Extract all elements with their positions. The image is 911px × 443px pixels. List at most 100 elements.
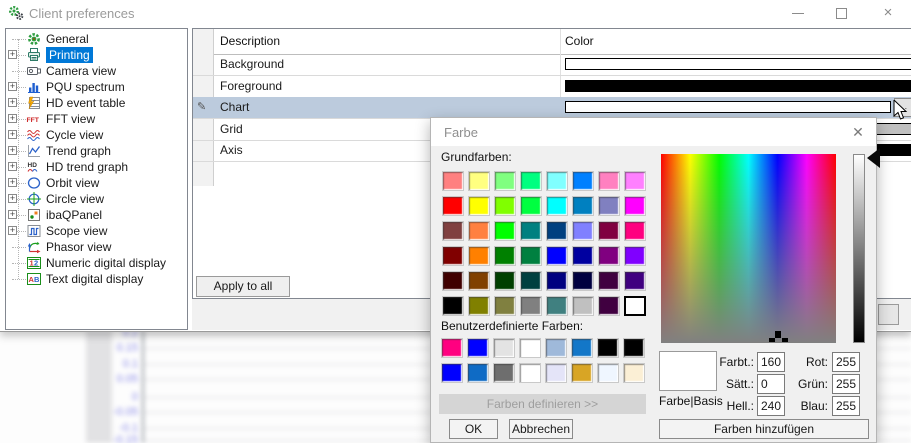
expand-plus-icon[interactable]: +: [8, 178, 17, 187]
expand-plus-icon[interactable]: +: [8, 82, 17, 91]
color-swatch[interactable]: [520, 246, 542, 266]
color-swatch[interactable]: [468, 296, 490, 316]
color-swatch[interactable]: [598, 221, 620, 241]
color-swatch[interactable]: [494, 196, 516, 216]
expand-plus-icon[interactable]: +: [8, 98, 17, 107]
expand-plus-icon[interactable]: +: [8, 162, 17, 171]
luminance-slider[interactable]: [853, 154, 865, 343]
dialog-close-icon[interactable]: ✕: [846, 120, 870, 144]
color-swatch[interactable]: [545, 363, 567, 383]
tree-item-camera-view[interactable]: Camera view: [6, 63, 187, 79]
expand-plus-icon[interactable]: +: [8, 146, 17, 155]
table-row-chart[interactable]: ✎Chart…: [193, 97, 911, 119]
color-swatch[interactable]: [546, 196, 568, 216]
tree-item-circle-view[interactable]: +Circle view: [6, 191, 187, 207]
partially-hidden-button[interactable]: [878, 304, 899, 325]
color-swatch[interactable]: [545, 338, 567, 358]
define-colors-button[interactable]: Farben definieren >>: [439, 394, 646, 414]
color-swatch[interactable]: [572, 221, 594, 241]
color-swatch[interactable]: [546, 221, 568, 241]
color-swatch[interactable]: [624, 221, 646, 241]
tree-item-orbit-view[interactable]: +Orbit view: [6, 175, 187, 191]
cancel-button[interactable]: Abbrechen: [509, 419, 573, 439]
row-color-swatch[interactable]: [565, 101, 891, 113]
color-swatch[interactable]: [442, 271, 464, 291]
color-swatch[interactable]: [624, 296, 646, 316]
color-swatch[interactable]: [546, 296, 568, 316]
tree-item-pqu-spectrum[interactable]: +PQU spectrum: [6, 79, 187, 95]
color-swatch[interactable]: [442, 171, 464, 191]
color-swatch[interactable]: [468, 221, 490, 241]
color-swatch[interactable]: [520, 196, 542, 216]
color-swatch[interactable]: [520, 296, 542, 316]
color-swatch[interactable]: [467, 363, 489, 383]
color-swatch[interactable]: [572, 171, 594, 191]
luminance-arrow-icon[interactable]: [867, 148, 880, 168]
color-swatch[interactable]: [442, 221, 464, 241]
color-swatch[interactable]: [572, 246, 594, 266]
color-swatch[interactable]: [519, 338, 541, 358]
color-swatch[interactable]: [572, 196, 594, 216]
tree-item-phasor-view[interactable]: Phasor view: [6, 239, 187, 255]
color-swatch[interactable]: [442, 196, 464, 216]
color-swatch[interactable]: [494, 296, 516, 316]
tree-item-fft-view[interactable]: +FFTFFT view: [6, 111, 187, 127]
color-swatch[interactable]: [572, 296, 594, 316]
color-swatch[interactable]: [546, 271, 568, 291]
row-color-swatch[interactable]: [565, 80, 911, 92]
color-swatch[interactable]: [624, 196, 646, 216]
expand-plus-icon[interactable]: +: [8, 210, 17, 219]
ok-button[interactable]: OK: [449, 419, 498, 439]
color-swatch[interactable]: [623, 363, 645, 383]
color-swatch[interactable]: [468, 196, 490, 216]
color-swatch[interactable]: [467, 338, 489, 358]
color-swatch[interactable]: [441, 363, 463, 383]
color-swatch[interactable]: [624, 271, 646, 291]
color-swatch[interactable]: [546, 246, 568, 266]
color-swatch[interactable]: [597, 363, 619, 383]
tree-item-general[interactable]: General: [6, 31, 187, 47]
color-swatch[interactable]: [468, 171, 490, 191]
color-swatch[interactable]: [571, 363, 593, 383]
color-swatch[interactable]: [598, 271, 620, 291]
color-swatch[interactable]: [520, 271, 542, 291]
expand-plus-icon[interactable]: +: [8, 130, 17, 139]
tree-item-text-digital-display[interactable]: ABText digital display: [6, 271, 187, 287]
tree-item-hd-trend-graph[interactable]: +HDHD trend graph: [6, 159, 187, 175]
color-swatch[interactable]: [624, 171, 646, 191]
expand-plus-icon[interactable]: +: [8, 194, 17, 203]
color-swatch[interactable]: [442, 246, 464, 266]
row-color-swatch[interactable]: [565, 58, 911, 70]
color-swatch[interactable]: [571, 338, 593, 358]
minimize-button[interactable]: [781, 0, 815, 26]
color-swatch[interactable]: [598, 296, 620, 316]
tree-item-printing[interactable]: +Printing: [6, 47, 187, 63]
color-swatch[interactable]: [598, 171, 620, 191]
color-swatch[interactable]: [494, 246, 516, 266]
color-swatch[interactable]: [441, 338, 463, 358]
color-swatch[interactable]: [468, 271, 490, 291]
table-row-foreground[interactable]: Foreground: [193, 76, 911, 98]
tree-item-numeric-digital-display[interactable]: 12Numeric digital display: [6, 255, 187, 271]
color-swatch[interactable]: [520, 171, 542, 191]
table-row-background[interactable]: Background: [193, 54, 911, 76]
maximize-button[interactable]: [824, 0, 858, 26]
color-swatch[interactable]: [494, 221, 516, 241]
color-swatch[interactable]: [624, 246, 646, 266]
color-swatch[interactable]: [623, 338, 645, 358]
tree-item-ibaqpanel[interactable]: +ibaQPanel: [6, 207, 187, 223]
color-swatch[interactable]: [442, 296, 464, 316]
color-swatch[interactable]: [519, 363, 541, 383]
apply-to-all-views-button[interactable]: Apply to all views: [196, 276, 290, 297]
color-swatch[interactable]: [598, 246, 620, 266]
color-swatch[interactable]: [494, 171, 516, 191]
hue-saturation-field[interactable]: [661, 154, 836, 343]
expand-plus-icon[interactable]: +: [8, 226, 17, 235]
expand-plus-icon[interactable]: +: [8, 50, 17, 59]
color-swatch[interactable]: [493, 338, 515, 358]
color-swatch[interactable]: [597, 338, 619, 358]
tree-item-trend-graph[interactable]: +Trend graph: [6, 143, 187, 159]
color-swatch[interactable]: [468, 246, 490, 266]
color-swatch[interactable]: [598, 196, 620, 216]
tree-item-scope-view[interactable]: +Scope view: [6, 223, 187, 239]
